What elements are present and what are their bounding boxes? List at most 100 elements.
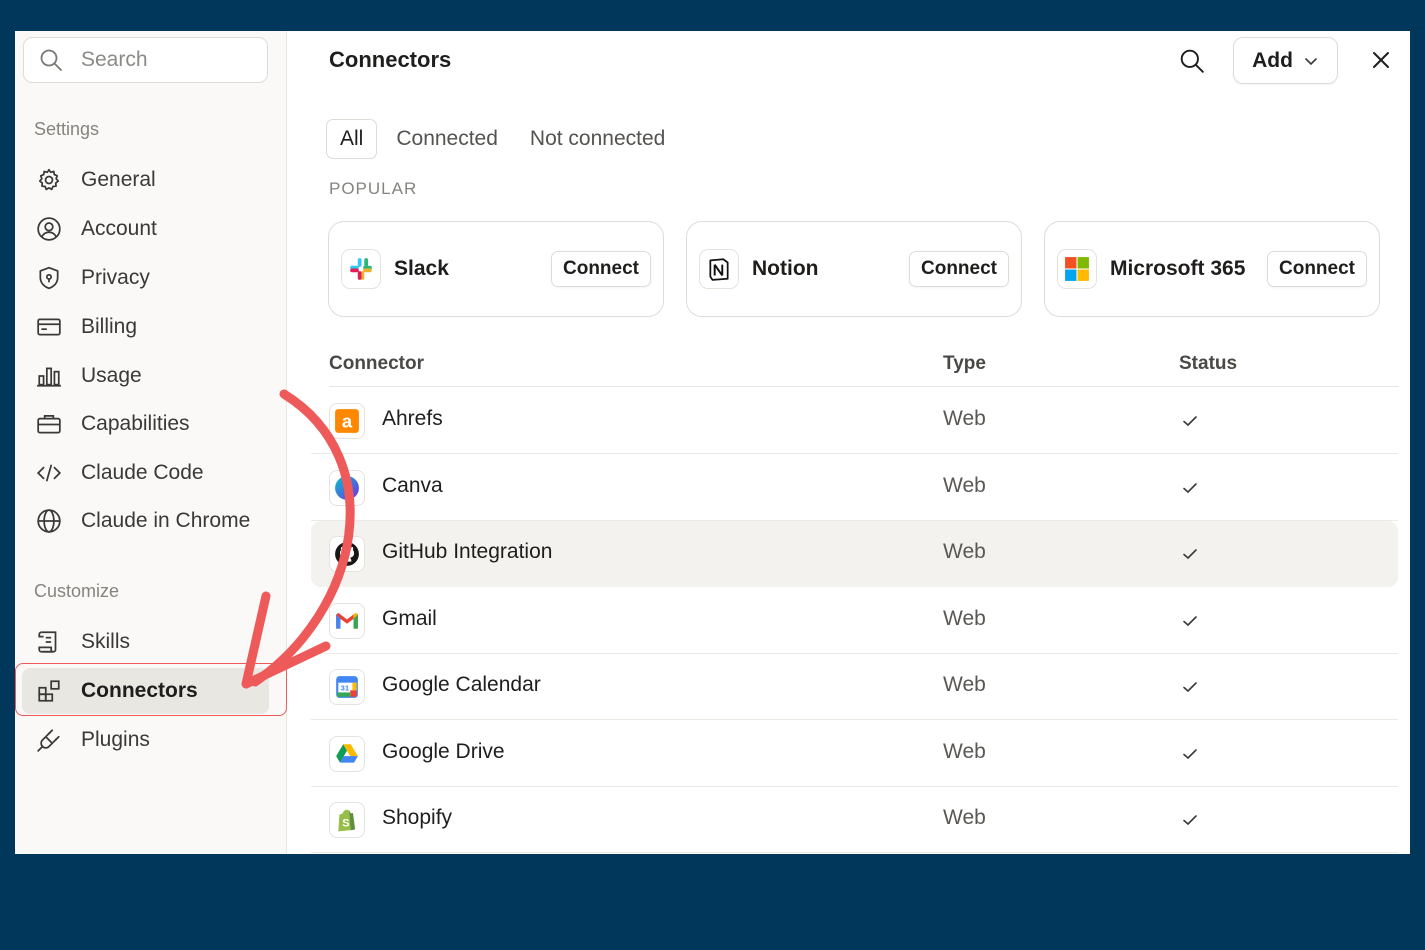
credit-card-icon — [34, 312, 64, 342]
page-title: Connectors — [329, 47, 452, 72]
header-search-button[interactable] — [1174, 43, 1210, 79]
connector-name: Google Drive — [382, 740, 505, 763]
sidebar-item-label: General — [81, 168, 156, 191]
connector-type: Web — [943, 540, 986, 563]
github-logo-icon — [329, 536, 365, 572]
bar-chart-icon — [34, 361, 64, 391]
search-input[interactable]: Search — [23, 37, 268, 83]
canva-logo-icon — [329, 470, 365, 506]
table-row[interactable]: Gmail Web — [311, 588, 1398, 654]
table-header: Connector Type Status — [329, 351, 1399, 387]
svg-text:a: a — [342, 411, 353, 432]
connector-name: Ahrefs — [382, 407, 443, 430]
sidebar-item-plugins[interactable]: Plugins — [22, 717, 269, 763]
sidebar-item-skills[interactable]: Skills — [22, 619, 269, 665]
user-circle-icon — [34, 214, 64, 244]
close-button[interactable] — [1366, 45, 1396, 75]
sidebar-item-capabilities[interactable]: Capabilities — [22, 401, 269, 447]
connector-name: Canva — [382, 474, 443, 497]
sidebar-item-usage[interactable]: Usage — [22, 353, 269, 399]
svg-text:S: S — [342, 818, 349, 830]
popular-card-name: Microsoft 365 — [1110, 257, 1246, 280]
connector-type: Web — [943, 806, 986, 829]
sidebar-item-label: Claude in Chrome — [81, 509, 251, 532]
shield-icon — [34, 263, 64, 293]
check-icon — [1179, 543, 1201, 565]
tab-all[interactable]: All — [326, 119, 378, 159]
briefcase-icon — [34, 409, 64, 439]
header-connector: Connector — [329, 353, 424, 374]
header-type: Type — [943, 353, 986, 374]
sidebar-item-general[interactable]: General — [22, 157, 269, 203]
sidebar-item-claude-in-chrome[interactable]: Claude in Chrome — [22, 498, 269, 544]
sidebar-item-label: Privacy — [81, 266, 150, 289]
filter-tabs: All Connected Not connected — [326, 119, 684, 159]
check-icon — [1179, 610, 1201, 632]
table-row[interactable]: a Ahrefs Web — [311, 388, 1398, 454]
ahrefs-logo-icon: a — [329, 403, 365, 439]
microsoft-logo-icon — [1057, 249, 1097, 289]
sidebar-item-label: Capabilities — [81, 412, 190, 435]
slack-logo-icon — [341, 249, 381, 289]
sidebar: Search Settings General Account Privacy — [15, 31, 287, 854]
gear-icon — [34, 165, 64, 195]
connector-type: Web — [943, 607, 986, 630]
settings-section-label: Settings — [34, 119, 100, 139]
popular-card-name: Notion — [752, 257, 819, 280]
table-row[interactable]: S Shopify Web — [311, 787, 1398, 853]
check-icon — [1179, 743, 1201, 765]
check-icon — [1179, 477, 1201, 499]
popular-card-slack: Slack Connect — [328, 221, 664, 317]
sidebar-item-label: Connectors — [81, 679, 198, 702]
check-icon — [1179, 809, 1201, 831]
connector-type: Web — [943, 673, 986, 696]
check-icon — [1179, 410, 1201, 432]
connect-button[interactable]: Connect — [551, 251, 651, 287]
connect-button[interactable]: Connect — [909, 251, 1009, 287]
gmail-logo-icon — [329, 603, 365, 639]
table-row[interactable]: Google Drive Web — [311, 721, 1398, 787]
sidebar-item-privacy[interactable]: Privacy — [22, 255, 269, 301]
popular-section-label: POPULAR — [329, 179, 418, 198]
sidebar-item-claude-code[interactable]: Claude Code — [22, 450, 269, 496]
sidebar-item-label: Billing — [81, 315, 138, 338]
code-icon — [34, 458, 64, 488]
connect-button[interactable]: Connect — [1267, 251, 1367, 287]
connector-name: GitHub Integration — [382, 540, 553, 563]
settings-window: Search Settings General Account Privacy — [15, 31, 1410, 854]
sidebar-item-billing[interactable]: Billing — [22, 304, 269, 350]
main-panel: Connectors Add All Connected Not connect… — [288, 31, 1410, 854]
tab-connected[interactable]: Connected — [383, 119, 511, 159]
table-row[interactable]: GitHub Integration Web — [311, 521, 1398, 587]
sidebar-item-label: Plugins — [81, 728, 150, 751]
popular-card-name: Slack — [394, 257, 449, 280]
sidebar-item-label: Claude Code — [81, 461, 204, 484]
popular-card-microsoft-365: Microsoft 365 Connect — [1044, 221, 1380, 317]
table-row[interactable]: 31 Google Calendar Web — [311, 654, 1398, 720]
sidebar-item-connectors[interactable]: Connectors — [22, 668, 269, 714]
close-icon — [1373, 52, 1389, 68]
table-row[interactable]: Canva Web — [311, 455, 1398, 521]
connector-type: Web — [943, 740, 986, 763]
google-drive-logo-icon — [329, 736, 365, 772]
sidebar-item-account[interactable]: Account — [22, 206, 269, 252]
search-icon — [1180, 49, 1204, 73]
apps-icon — [34, 676, 64, 706]
shopify-logo-icon: S — [329, 802, 365, 838]
chevron-down-icon — [1305, 57, 1317, 65]
plug-icon — [34, 725, 64, 755]
tab-not-connected[interactable]: Not connected — [517, 119, 678, 159]
scroll-icon — [34, 627, 64, 657]
notion-logo-icon — [699, 249, 739, 289]
sidebar-item-label: Skills — [81, 630, 131, 653]
svg-text:31: 31 — [341, 683, 349, 692]
google-calendar-logo-icon: 31 — [329, 669, 365, 705]
search-placeholder: Search — [81, 48, 148, 71]
connector-type: Web — [943, 407, 986, 430]
add-button[interactable]: Add — [1233, 37, 1338, 84]
connector-name: Gmail — [382, 607, 437, 630]
header-status: Status — [1179, 353, 1238, 374]
popular-card-notion: Notion Connect — [686, 221, 1022, 317]
connector-type: Web — [943, 474, 986, 497]
sidebar-item-label: Usage — [81, 364, 142, 387]
